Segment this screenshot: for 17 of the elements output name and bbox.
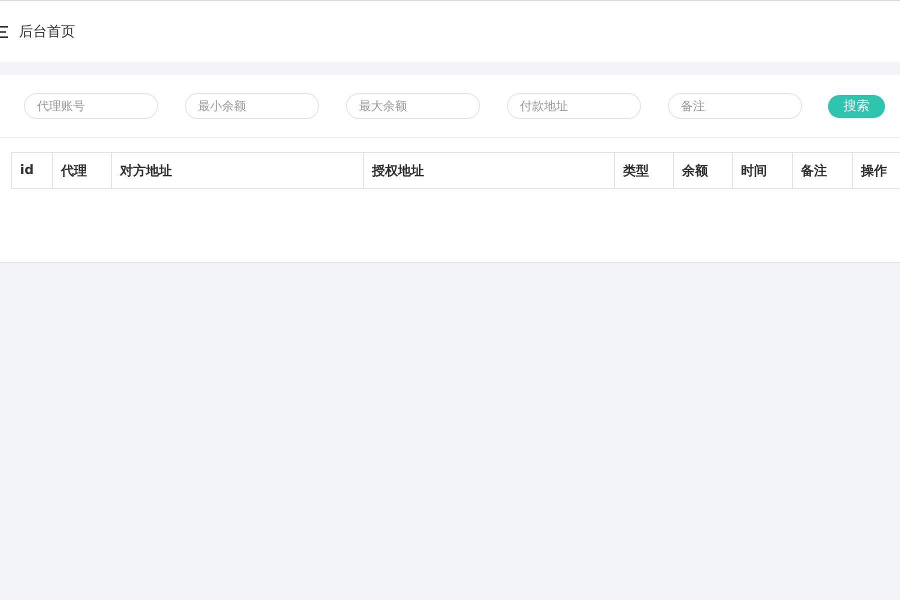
page-title: 后台首页 <box>19 22 75 40</box>
column-header: 操作 <box>852 152 900 188</box>
column-header: 代理 <box>52 152 112 188</box>
filter-field[interactable]: 最小余额 <box>185 93 319 119</box>
column-header: 对方地址 <box>112 152 364 188</box>
search-button[interactable]: 搜索 <box>828 94 885 118</box>
filter-field[interactable]: 付款地址 <box>507 93 641 119</box>
filter-field[interactable]: 最大余额 <box>346 93 480 119</box>
column-header: 类型 <box>614 152 674 188</box>
filter-field[interactable]: 备注 <box>668 93 802 119</box>
filter-field[interactable]: 代理账号 <box>24 93 158 119</box>
column-header: id <box>12 152 52 188</box>
menu-icon[interactable] <box>0 26 8 38</box>
column-header: 备注 <box>792 152 852 188</box>
column-header: 余额 <box>674 152 732 188</box>
column-header: 授权地址 <box>364 152 614 188</box>
column-header: 时间 <box>732 152 792 188</box>
